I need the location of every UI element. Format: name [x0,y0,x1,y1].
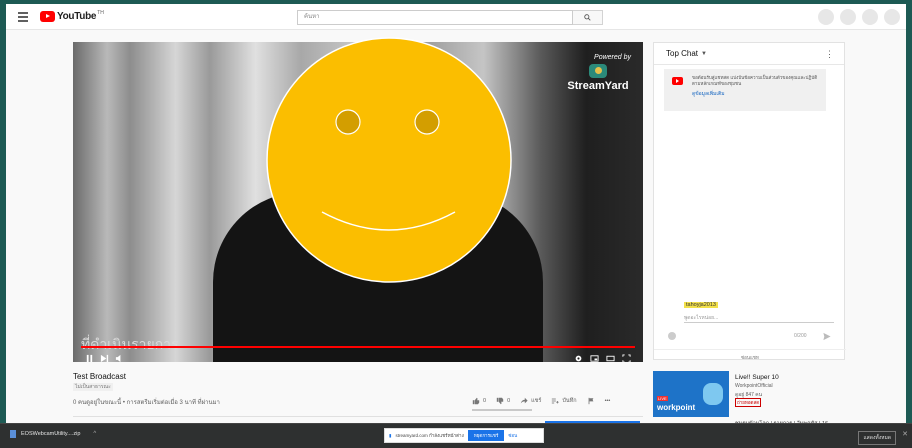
smiley-face-overlay [266,37,512,283]
chat-more-icon[interactable]: ⋮ [825,49,834,60]
video-thumbnail[interactable]: LIVE workpoint [653,371,729,417]
screen-share-icon: ▮ [389,432,392,438]
download-item[interactable]: EOSWebcamUtility....zip ^ [10,430,96,438]
player-controls [73,348,643,362]
search-input[interactable]: ค้นหา [297,10,573,25]
volume-icon[interactable] [115,350,124,362]
notifications-icon[interactable] [862,9,878,25]
chat-mode-label: Top Chat [666,49,699,58]
char-counter: 0/200 [794,333,807,339]
search-icon [584,14,591,21]
like-ratio-bar [472,409,532,411]
file-icon [10,430,16,438]
thumb-live-tag: LIVE [657,396,668,401]
playlist-add-icon [552,398,559,404]
visibility-badge: ไม่เป็นสาธารณะ [73,383,113,391]
header-actions [818,9,900,25]
chat-welcome-notice: ขอต้อนรับสู่แชทสด แบ่งปันข้อความเป็นส่วน… [664,69,826,111]
suggested-video[interactable]: LIVE workpoint Live!! Super 10 Workpoint… [653,371,847,427]
thumb-brand: workpoint [657,403,696,412]
streamyard-name: StreamYard [567,80,629,92]
learn-more-link[interactable]: ดูข้อมูลเพิ่มเติม [692,91,822,97]
like-button[interactable]: 0 [472,397,486,405]
chevron-up-icon[interactable]: ^ [93,431,96,437]
save-label: บันทึก [562,398,577,404]
more-actions-icon[interactable]: ••• [605,398,611,404]
settings-icon[interactable] [574,350,583,362]
save-button[interactable]: บันทึก [551,397,577,405]
youtube-logo[interactable]: YouTube TH [40,9,104,22]
stop-sharing-button[interactable]: หยุดการแชร์ [467,430,505,441]
video-title: Test Broadcast [73,372,126,381]
share-label: แชร์ [531,398,542,404]
dislike-button[interactable]: 0 [496,397,510,405]
hide-chat-button[interactable]: ซ่อนแชท [654,349,846,361]
download-file-name: EOSWebcamUtility....zip [21,431,81,437]
create-icon[interactable] [818,9,834,25]
show-all-button[interactable]: แสดงทั้งหมด [858,431,896,445]
theater-icon[interactable] [606,350,615,362]
video-actions: 0 0 แชร์ บันทึก ••• [472,397,610,405]
share-button[interactable]: แชร์ [520,397,541,405]
suggested-title[interactable]: Live!! Super 10 [735,374,779,381]
chat-input[interactable]: พูดอะไรหน่อย... [684,314,834,323]
notice-text: ขอต้อนรับสู่แชทสด แบ่งปันข้อความเป็นส่วน… [692,75,818,86]
menu-icon[interactable] [18,12,28,22]
avatar[interactable] [884,9,900,25]
logo-text: YouTube [57,11,97,22]
pause-icon[interactable] [85,350,94,362]
search-button[interactable] [573,10,603,25]
apps-icon[interactable] [840,9,856,25]
report-button[interactable] [587,397,595,405]
browser-page: YouTube TH ค้นหา Powered by StreamYard ท… [6,4,906,444]
chevron-down-icon: ▼ [701,50,707,57]
emoji-icon[interactable] [668,332,676,340]
top-bar: YouTube TH ค้นหา [6,4,906,30]
powered-by-label: Powered by [594,54,631,61]
streamyard-watermark: Powered by StreamYard [561,54,635,92]
live-badge: ถ่ายทอดสด [735,398,762,407]
youtube-notice-icon [672,77,683,85]
suggested-channel: WorkpointOfficial [735,383,773,389]
close-icon[interactable]: ✕ [902,430,908,438]
logo-country-code: TH [97,9,104,16]
live-chat-panel: Top Chat ▼ ⋮ ขอต้อนรับสู่แชทสด แบ่งปันข้… [653,42,846,361]
chat-header[interactable]: Top Chat ▼ [654,43,844,65]
hide-share-bar-button[interactable]: ซ่อน [508,432,517,439]
send-icon[interactable] [822,332,832,341]
share-icon [520,397,528,404]
thumbs-down-icon [496,397,504,405]
mascot-image [703,383,723,405]
miniplayer-icon[interactable] [590,350,599,362]
share-status-text: streamyard.com กำลังแชร์หน้าต่าง [395,433,464,438]
fullscreen-icon[interactable] [622,350,631,362]
thumbs-up-icon [472,397,480,405]
flag-icon [588,397,593,405]
dislike-count: 0 [507,398,511,404]
section-divider [73,416,643,417]
like-count: 0 [483,398,487,404]
screen-share-bar: ▮ streamyard.com กำลังแชร์หน้าต่าง หยุดก… [384,428,544,443]
next-icon[interactable] [100,350,109,362]
chat-username: tahoyja2013 [684,302,718,308]
view-count: 0 คนดูอยู่ในขณะนี้ • การสตรีมเริ่มต่อเมื… [73,400,220,406]
streamyard-logo-icon [589,64,607,78]
youtube-play-icon [40,11,55,22]
